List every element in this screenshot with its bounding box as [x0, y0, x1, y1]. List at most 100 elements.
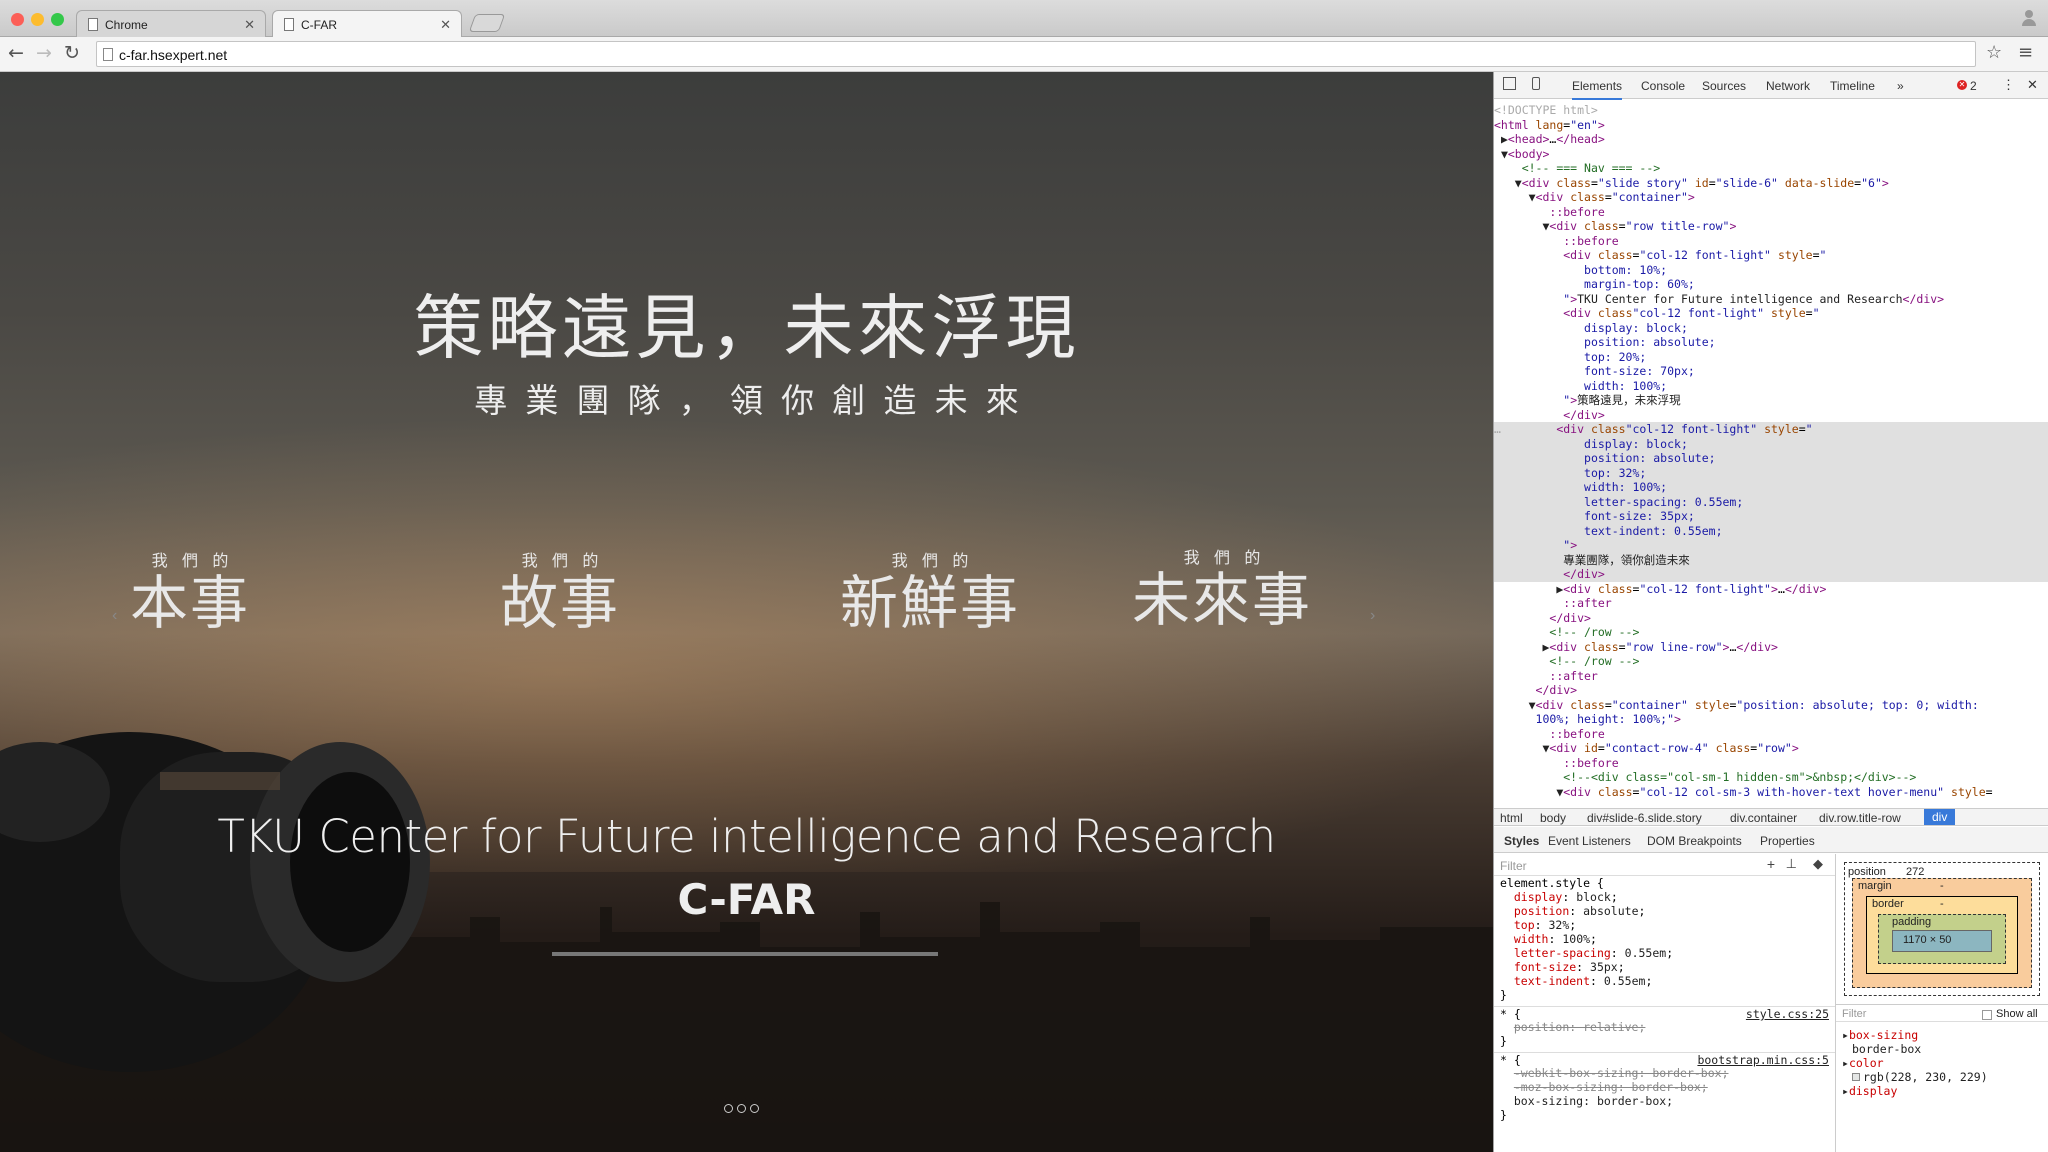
css-declaration[interactable]: letter-spacing: 0.55em;: [1494, 946, 1835, 960]
page-icon: [284, 18, 294, 31]
overridden-property[interactable]: -moz-box-sizing: border-box;: [1514, 1080, 1708, 1094]
tab-properties[interactable]: Properties: [1760, 834, 1815, 848]
tab-label: C-FAR: [301, 18, 337, 32]
tab-elements[interactable]: Elements: [1572, 79, 1623, 100]
computed-prop-name[interactable]: box-sizing: [1849, 1028, 1918, 1042]
breadcrumb-item[interactable]: html: [1500, 811, 1523, 825]
css-declaration[interactable]: position: absolute;: [1494, 904, 1835, 918]
show-all-checkbox[interactable]: [1982, 1010, 1992, 1020]
css-declaration[interactable]: display: block;: [1494, 890, 1835, 904]
add-rule-icon[interactable]: +: [1767, 857, 1775, 871]
dom-tree[interactable]: <!DOCTYPE html> <html lang="en"> ▶<head>…: [1494, 100, 2048, 808]
breadcrumb-item[interactable]: div.row.title-row: [1819, 811, 1901, 825]
computed-prop-value: border-box: [1852, 1042, 1922, 1056]
breadcrumb-item[interactable]: body: [1540, 811, 1566, 825]
css-declaration[interactable]: width: 100%;: [1494, 932, 1835, 946]
overridden-property[interactable]: position: relative;: [1514, 1020, 1646, 1034]
computed-properties: ▸box-sizing border-box ▸color rgb(228, 2…: [1836, 1028, 2048, 1098]
slide-dot[interactable]: [750, 1104, 759, 1113]
more-tabs-icon[interactable]: »: [1897, 79, 1904, 93]
rule-source-link[interactable]: style.css:25: [1746, 1007, 1829, 1021]
devtools-panel: Elements Console Sources Network Timelin…: [1493, 72, 2048, 1152]
css-prop-value: 0.55em: [1603, 974, 1646, 988]
color-palette-icon[interactable]: ◆: [1813, 857, 1823, 871]
menu-icon[interactable]: ≡: [2018, 42, 2033, 63]
close-tab-icon[interactable]: ✕: [440, 17, 451, 33]
service-small-label: 我們的: [891, 551, 983, 570]
service-link-abilities[interactable]: 我們的 本事: [110, 547, 270, 635]
close-window-button[interactable]: [11, 13, 24, 26]
breadcrumb-item-current[interactable]: div: [1924, 809, 1956, 825]
css-prop-value: 100%: [1562, 932, 1591, 946]
service-link-stories[interactable]: 我們的 故事: [480, 547, 640, 635]
divider-line: [552, 952, 938, 956]
carousel-next-icon[interactable]: ›: [1370, 607, 1375, 625]
css-prop-name: top: [1513, 918, 1535, 932]
bookmark-star-icon[interactable]: ☆: [1986, 42, 2002, 63]
device-mode-icon[interactable]: [1532, 77, 1540, 90]
css-declaration[interactable]: text-indent: 0.55em;: [1494, 974, 1835, 988]
service-link-news[interactable]: 我們的 新鮮事: [820, 547, 1040, 635]
tab-event-listeners[interactable]: Event Listeners: [1548, 834, 1631, 848]
org-abbr: C-FAR: [677, 875, 816, 924]
css-prop-name: font-size: [1513, 960, 1577, 974]
padding-label: padding: [1892, 916, 1932, 928]
error-icon: ✕: [1957, 80, 1967, 90]
css-prop-name: display: [1513, 890, 1563, 904]
tab-timeline[interactable]: Timeline: [1830, 79, 1875, 93]
computed-prop-name[interactable]: display: [1849, 1084, 1897, 1098]
devtools-menu-icon[interactable]: ⋮: [2002, 77, 2015, 93]
service-link-future[interactable]: 我們的 未來事: [1112, 544, 1332, 632]
service-big-label: 未來事: [1131, 566, 1312, 634]
show-all-label: Show all: [1996, 1008, 2038, 1020]
org-name: TKU Center for Future intelligence and R…: [217, 810, 1276, 863]
css-property[interactable]: box-sizing: border-box;: [1514, 1094, 1673, 1108]
css-prop-value: absolute: [1583, 904, 1639, 918]
css-prop-value: 35px: [1590, 960, 1618, 974]
color-swatch[interactable]: [1852, 1073, 1860, 1081]
service-small-label: 我們的: [151, 551, 243, 570]
styles-filter-input[interactable]: Filter + ⊥ ◆: [1494, 854, 1835, 876]
tab-dom-breakpoints[interactable]: DOM Breakpoints: [1647, 834, 1742, 848]
breadcrumb-item[interactable]: div.container: [1730, 811, 1797, 825]
carousel-prev-icon[interactable]: ‹: [112, 607, 117, 625]
slide-dot[interactable]: [724, 1104, 733, 1113]
address-bar[interactable]: c-far.hsexpert.net: [96, 41, 1976, 67]
close-devtools-icon[interactable]: ✕: [2027, 77, 2038, 93]
tab-chrome[interactable]: Chrome ✕: [76, 10, 266, 38]
css-declaration[interactable]: top: 32%;: [1494, 918, 1835, 932]
service-big-label: 新鮮事: [839, 569, 1020, 637]
overridden-property[interactable]: -webkit-box-sizing: border-box;: [1514, 1066, 1729, 1080]
breadcrumb-item[interactable]: div#slide-6.slide.story: [1587, 811, 1702, 825]
reload-icon[interactable]: ↻: [64, 42, 80, 64]
computed-prop-name[interactable]: color: [1849, 1056, 1884, 1070]
computed-filter-input[interactable]: Filter Show all: [1836, 1004, 2048, 1022]
minimize-window-button[interactable]: [31, 13, 44, 26]
pin-icon[interactable]: ⊥: [1786, 857, 1797, 871]
rule-source-link[interactable]: bootstrap.min.css:5: [1697, 1053, 1829, 1067]
new-tab-button[interactable]: [468, 14, 506, 32]
forward-arrow-icon[interactable]: →: [36, 42, 52, 64]
hero-subline: 專業團隊，領你創造未來: [474, 381, 1037, 420]
close-tab-icon[interactable]: ✕: [244, 17, 255, 33]
tab-styles[interactable]: Styles: [1504, 834, 1539, 848]
slide-dot[interactable]: [737, 1104, 746, 1113]
error-count: 2: [1970, 79, 1977, 93]
tab-c-far[interactable]: C-FAR ✕: [272, 10, 462, 38]
css-prop-value: block: [1576, 890, 1611, 904]
page-icon: [103, 48, 113, 61]
inspect-icon[interactable]: [1503, 77, 1516, 90]
tab-network[interactable]: Network: [1766, 79, 1810, 93]
back-arrow-icon[interactable]: ←: [8, 42, 24, 64]
zoom-window-button[interactable]: [51, 13, 64, 26]
tab-sources[interactable]: Sources: [1702, 79, 1746, 93]
service-small-label: 我們的: [521, 551, 613, 570]
element-style-rules[interactable]: display: block; position: absolute; top:…: [1494, 890, 1835, 988]
profile-icon[interactable]: [2022, 10, 2036, 26]
tab-console[interactable]: Console: [1641, 79, 1685, 93]
css-declaration[interactable]: font-size: 35px;: [1494, 960, 1835, 974]
service-small-label: 我們的: [1183, 548, 1275, 567]
css-prop-name: position: [1513, 904, 1570, 918]
devtools-toolbar: Elements Console Sources Network Timelin…: [1494, 72, 2048, 100]
hero-headline: 策略遠見，未來浮現: [413, 287, 1080, 369]
